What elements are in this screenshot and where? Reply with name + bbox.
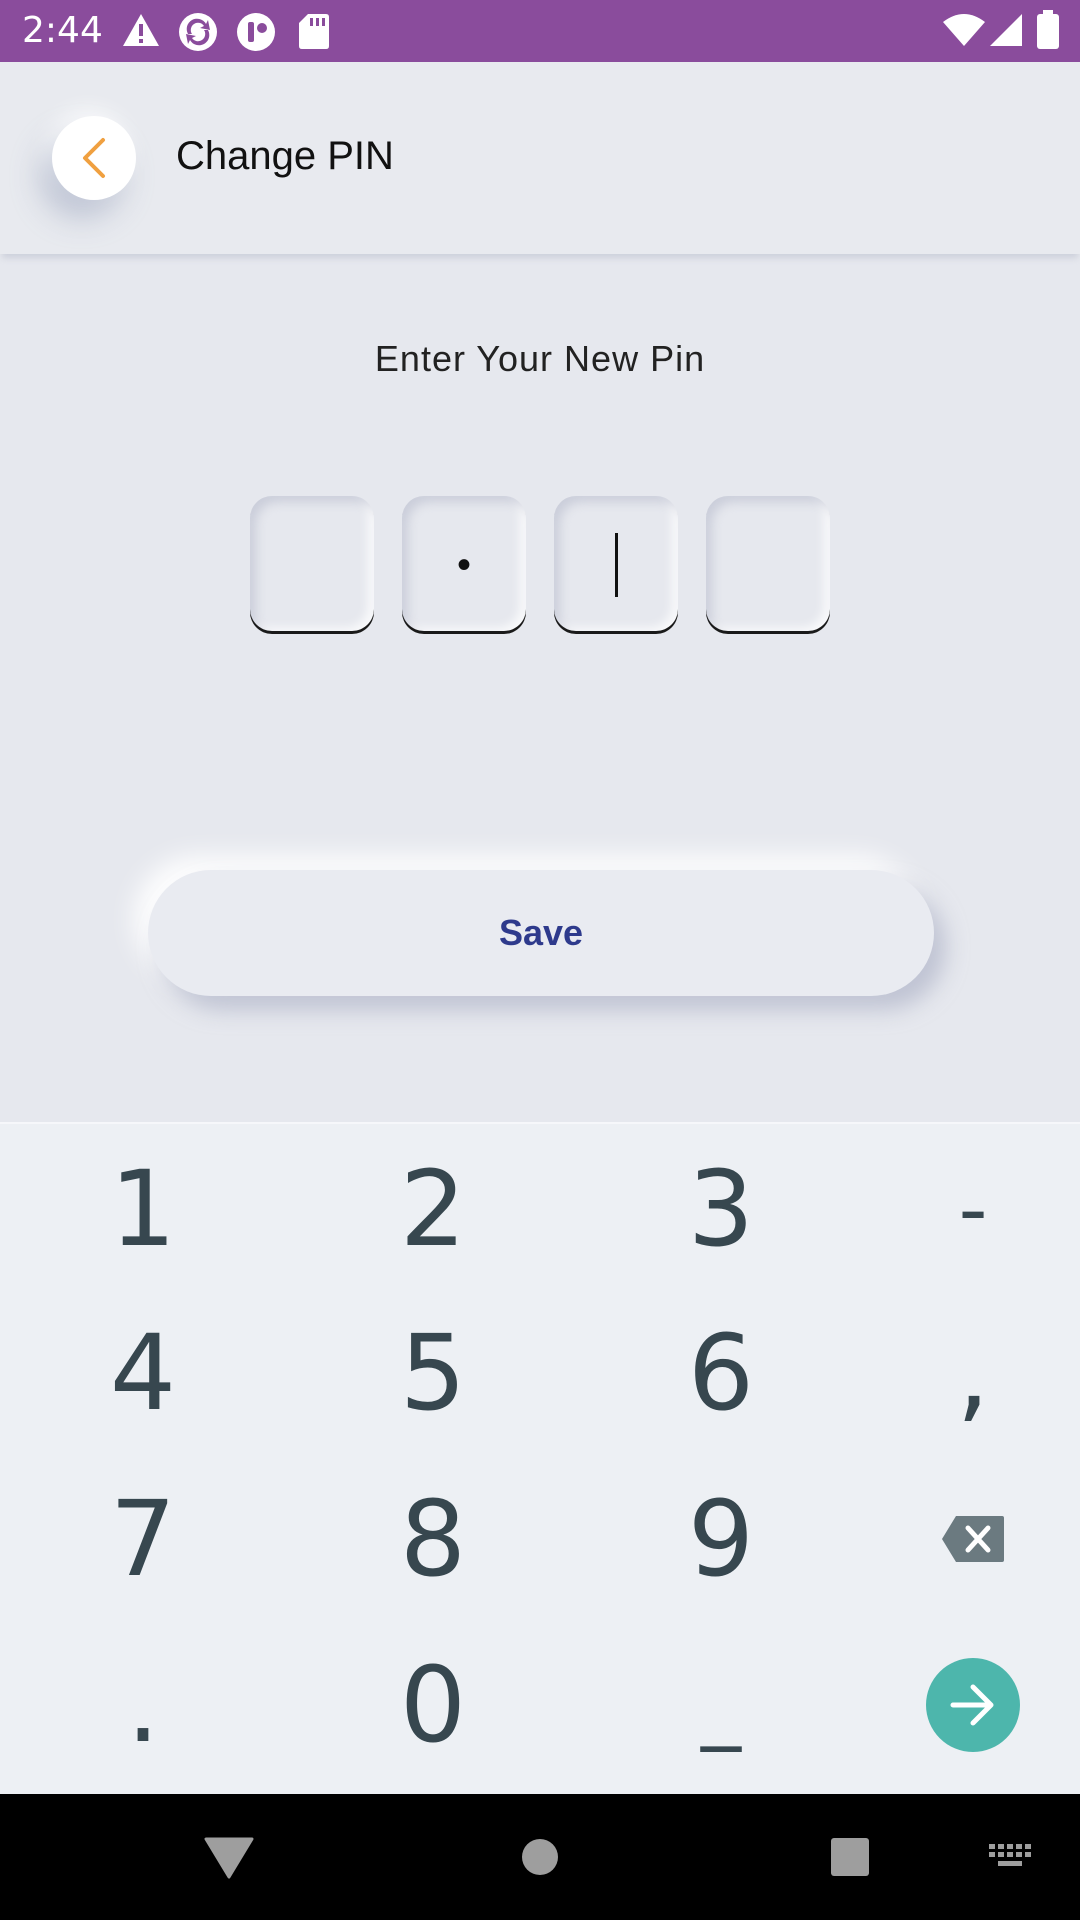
system-nav-bar xyxy=(0,1794,1080,1920)
key-0[interactable]: 0 xyxy=(298,1622,568,1788)
backspace-icon xyxy=(942,1516,1004,1562)
sync-icon xyxy=(178,12,218,57)
key-comma[interactable]: , xyxy=(838,1290,1080,1456)
home-circle-icon xyxy=(522,1839,558,1875)
back-button[interactable] xyxy=(52,116,136,200)
key-label: - xyxy=(958,1162,988,1256)
pin-digit-box[interactable]: • xyxy=(402,496,526,634)
key-underscore[interactable]: _ xyxy=(586,1622,856,1788)
recents-square-icon xyxy=(831,1838,869,1876)
sd-card-icon xyxy=(298,12,330,55)
save-button[interactable]: Save xyxy=(148,870,934,996)
app-header: Change PIN xyxy=(0,62,1080,254)
key-label: 1 xyxy=(109,1148,177,1270)
key-label: 0 xyxy=(399,1644,467,1766)
key-label: 2 xyxy=(399,1148,467,1270)
save-button-label: Save xyxy=(498,912,584,953)
page-title: Change PIN xyxy=(176,134,394,178)
nav-home-button[interactable] xyxy=(500,1794,580,1920)
signal-icon xyxy=(988,12,1024,53)
go-button[interactable] xyxy=(926,1658,1020,1752)
key-label: 8 xyxy=(399,1478,467,1600)
text-cursor xyxy=(614,533,618,597)
go-key[interactable] xyxy=(838,1622,1080,1788)
key-minus[interactable]: - xyxy=(838,1126,1080,1292)
pin-digit-box-active[interactable] xyxy=(554,496,678,634)
key-label: 6 xyxy=(687,1312,755,1434)
arrow-right-icon xyxy=(950,1684,994,1726)
key-3[interactable]: 3 xyxy=(586,1126,856,1292)
key-label: 3 xyxy=(687,1148,755,1270)
key-label: , xyxy=(956,1312,990,1434)
chevron-left-icon xyxy=(83,138,105,178)
key-label: _ xyxy=(701,1658,741,1752)
key-label: 9 xyxy=(687,1478,755,1600)
pin-digit-box[interactable] xyxy=(250,496,374,634)
status-time: 2:44 xyxy=(22,10,103,51)
keyboard-icon xyxy=(989,1844,1031,1866)
alert-icon xyxy=(122,12,160,53)
pin-digit: • xyxy=(456,542,471,587)
key-5[interactable]: 5 xyxy=(298,1290,568,1456)
key-label: . xyxy=(126,1644,160,1766)
numeric-keyboard: 1 2 3 - 4 5 6 , 7 8 9 . 0 _ xyxy=(0,1122,1080,1796)
key-label: 4 xyxy=(109,1312,177,1434)
status-bar: 2:44 xyxy=(0,0,1080,62)
key-8[interactable]: 8 xyxy=(298,1456,568,1622)
key-6[interactable]: 6 xyxy=(586,1290,856,1456)
nav-recents-button[interactable] xyxy=(810,1794,890,1920)
key-label: 7 xyxy=(109,1478,177,1600)
pin-prompt: Enter Your New Pin xyxy=(374,338,706,379)
key-1[interactable]: 1 xyxy=(8,1126,278,1292)
key-label: 5 xyxy=(399,1312,467,1434)
pin-digit-box[interactable] xyxy=(706,496,830,634)
nav-back-button[interactable] xyxy=(190,1794,268,1920)
battery-icon xyxy=(1036,10,1060,55)
wifi-icon xyxy=(942,12,986,53)
app-icon xyxy=(236,12,276,57)
back-triangle-icon xyxy=(204,1837,254,1879)
key-2[interactable]: 2 xyxy=(298,1126,568,1292)
backspace-key[interactable] xyxy=(838,1456,1080,1622)
key-4[interactable]: 4 xyxy=(8,1290,278,1456)
key-9[interactable]: 9 xyxy=(586,1456,856,1622)
nav-keyboard-button[interactable] xyxy=(980,1794,1040,1920)
key-7[interactable]: 7 xyxy=(8,1456,278,1622)
key-period[interactable]: . xyxy=(8,1622,278,1788)
